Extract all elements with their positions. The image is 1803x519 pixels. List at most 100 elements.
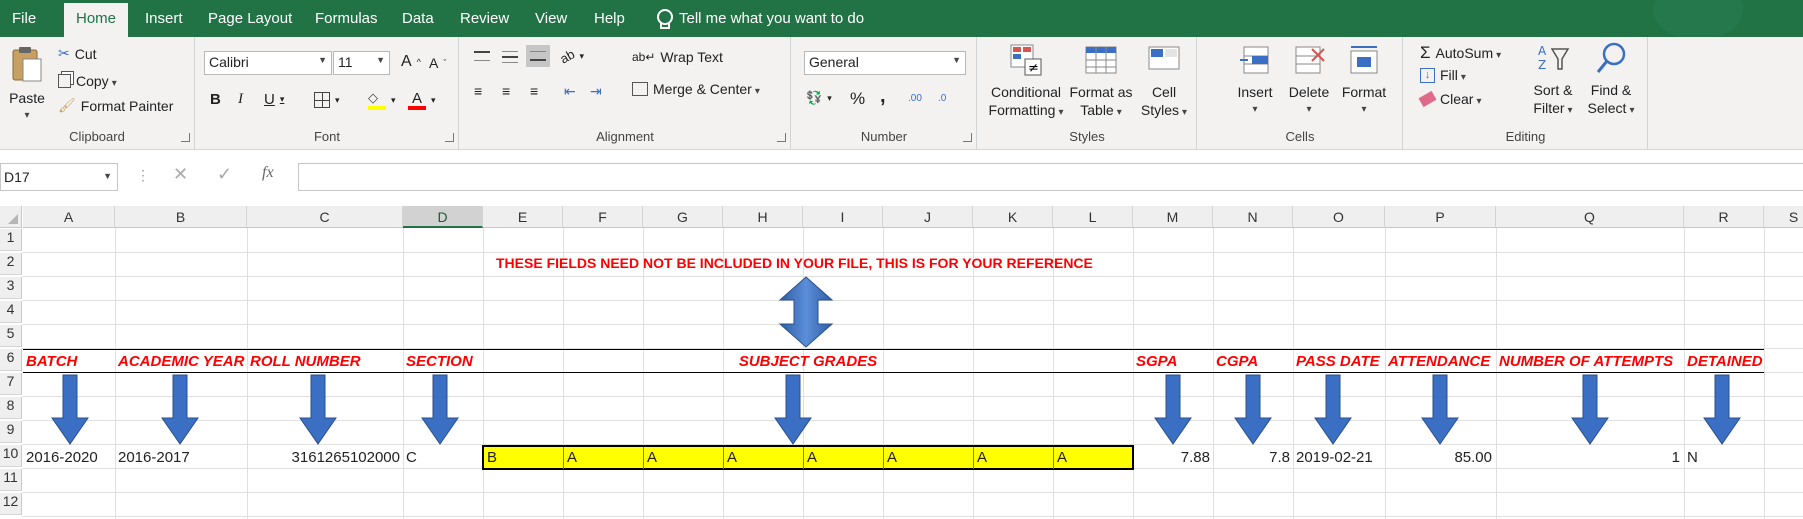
fill-button[interactable]: ↓ Fill bbox=[1420, 67, 1466, 83]
dialog-launcher-icon[interactable] bbox=[445, 133, 454, 142]
column-header-r[interactable]: R bbox=[1684, 206, 1764, 228]
font-size-select[interactable]: 11 ▼ bbox=[333, 51, 390, 75]
format-as-table-button[interactable]: Format as Table bbox=[1066, 43, 1136, 122]
grade-cell[interactable]: A bbox=[727, 447, 737, 468]
column-header-g[interactable]: G bbox=[643, 206, 723, 228]
worksheet-grid[interactable]: A B C D E F G H I J K L M N O P Q R S 1 … bbox=[0, 206, 1803, 519]
row-header-8[interactable]: 8 bbox=[0, 397, 22, 419]
conditional-formatting-button[interactable]: ≠ Conditional Formatting bbox=[986, 43, 1066, 122]
grade-cell[interactable]: B bbox=[487, 447, 497, 468]
grade-cell[interactable]: A bbox=[807, 447, 817, 468]
grade-cell[interactable]: A bbox=[647, 447, 657, 468]
column-header-l[interactable]: L bbox=[1053, 206, 1133, 228]
cut-button[interactable]: ✂ Cut bbox=[58, 45, 97, 62]
cell-styles-button[interactable]: Cell Styles bbox=[1136, 43, 1192, 122]
clear-button[interactable]: Clear bbox=[1418, 90, 1482, 108]
format-painter-button[interactable]: 🖌 Format Painter bbox=[58, 97, 173, 114]
align-middle-button[interactable] bbox=[502, 51, 518, 63]
column-header-q[interactable]: Q bbox=[1496, 206, 1684, 228]
cell-m10[interactable]: 7.88 bbox=[1133, 447, 1210, 468]
row-header-11[interactable]: 11 bbox=[0, 469, 22, 491]
cell-n10[interactable]: 7.8 bbox=[1213, 447, 1290, 468]
decrease-decimal-button[interactable]: .0 bbox=[938, 93, 946, 104]
grade-cell[interactable]: A bbox=[1057, 447, 1067, 468]
sort-filter-button[interactable]: AZ Sort & Filter bbox=[1524, 41, 1582, 120]
autosum-button[interactable]: Σ AutoSum bbox=[1420, 43, 1501, 63]
row-header-6[interactable]: 6 bbox=[0, 349, 22, 371]
align-right-button[interactable]: ≡ bbox=[530, 83, 538, 99]
increase-decimal-button[interactable]: .00 bbox=[908, 93, 922, 104]
column-header-e[interactable]: E bbox=[483, 206, 563, 228]
menu-data[interactable]: Data bbox=[402, 0, 434, 37]
underline-button[interactable]: U ▾ bbox=[264, 91, 284, 108]
delete-cells-button[interactable]: Delete ▾ bbox=[1282, 43, 1336, 119]
comma-button[interactable]: , bbox=[880, 85, 886, 108]
menu-view[interactable]: View bbox=[535, 0, 567, 37]
find-select-button[interactable]: Find & Select bbox=[1582, 41, 1640, 120]
borders-button[interactable]: ▾ bbox=[314, 92, 340, 108]
column-header-i[interactable]: I bbox=[803, 206, 883, 228]
align-center-button[interactable]: ≡ bbox=[502, 83, 510, 99]
cell-o10[interactable]: 2019-02-21 bbox=[1296, 447, 1373, 468]
bold-button[interactable]: B bbox=[210, 91, 221, 108]
italic-button[interactable]: I bbox=[238, 91, 243, 108]
align-bottom-button[interactable] bbox=[526, 45, 550, 67]
grade-cell[interactable]: A bbox=[887, 447, 897, 468]
cell-a10[interactable]: 2016-2020 bbox=[26, 447, 98, 468]
cell-q10[interactable]: 1 bbox=[1496, 447, 1680, 468]
row-header-10[interactable]: 10 bbox=[0, 445, 22, 467]
column-header-n[interactable]: N bbox=[1213, 206, 1293, 228]
grow-font-button[interactable]: A ^ bbox=[401, 53, 421, 71]
row-header-12[interactable]: 12 bbox=[0, 493, 22, 515]
menu-help[interactable]: Help bbox=[594, 0, 625, 37]
cell-r10[interactable]: N bbox=[1687, 447, 1698, 468]
merge-center-button[interactable]: Merge & Center bbox=[632, 81, 760, 97]
copy-button[interactable]: Copy bbox=[58, 73, 117, 89]
menu-insert[interactable]: Insert bbox=[145, 0, 183, 37]
column-header-f[interactable]: F bbox=[563, 206, 643, 228]
menu-home[interactable]: Home bbox=[64, 3, 129, 37]
column-header-k[interactable]: K bbox=[973, 206, 1053, 228]
row-header-3[interactable]: 3 bbox=[0, 277, 22, 299]
font-name-select[interactable]: Calibri ▼ bbox=[204, 51, 332, 75]
insert-function-icon[interactable]: fx bbox=[262, 164, 274, 182]
paste-button[interactable]: Paste ▾ bbox=[6, 45, 48, 125]
percent-button[interactable]: % bbox=[850, 89, 865, 109]
menu-page-layout[interactable]: Page Layout bbox=[208, 0, 292, 37]
cell-p10[interactable]: 85.00 bbox=[1385, 447, 1492, 468]
dialog-launcher-icon[interactable] bbox=[963, 133, 972, 142]
cancel-icon[interactable]: ✕ bbox=[173, 164, 188, 185]
column-header-a[interactable]: A bbox=[23, 206, 115, 228]
column-header-s[interactable]: S bbox=[1764, 206, 1803, 228]
menu-review[interactable]: Review bbox=[460, 0, 509, 37]
tell-me-box[interactable]: Tell me what you want to do bbox=[655, 0, 864, 37]
name-box[interactable]: D17 ▼ bbox=[0, 163, 118, 191]
grade-cell[interactable]: A bbox=[977, 447, 987, 468]
formula-input[interactable] bbox=[298, 163, 1803, 191]
accounting-format-button[interactable]: 💱 ▾ bbox=[806, 90, 832, 106]
dialog-launcher-icon[interactable] bbox=[777, 133, 786, 142]
column-header-c[interactable]: C bbox=[247, 206, 403, 228]
row-header-7[interactable]: 7 bbox=[0, 373, 22, 395]
column-header-m[interactable]: M bbox=[1133, 206, 1213, 228]
increase-indent-button[interactable]: ⇥ bbox=[590, 83, 602, 100]
wrap-text-button[interactable]: ab↵ Wrap Text bbox=[632, 49, 723, 65]
cell-c10[interactable]: 3161265102000 bbox=[247, 447, 400, 468]
menu-file[interactable]: File bbox=[12, 0, 36, 37]
menu-formulas[interactable]: Formulas bbox=[315, 0, 378, 37]
cell-b10[interactable]: 2016-2017 bbox=[118, 447, 190, 468]
row-header-1[interactable]: 1 bbox=[0, 229, 22, 251]
row-header-4[interactable]: 4 bbox=[0, 301, 22, 323]
align-left-button[interactable]: ≡ bbox=[474, 83, 482, 99]
align-top-button[interactable] bbox=[474, 51, 490, 61]
font-color-button[interactable]: A ▾ bbox=[408, 90, 436, 110]
format-cells-button[interactable]: Format ▾ bbox=[1336, 43, 1392, 119]
grade-cell[interactable]: A bbox=[567, 447, 577, 468]
cell-d10[interactable]: C bbox=[406, 447, 417, 468]
shrink-font-button[interactable]: Aˇ bbox=[429, 55, 446, 71]
column-header-b[interactable]: B bbox=[115, 206, 247, 228]
enter-icon[interactable]: ✓ bbox=[217, 164, 232, 185]
column-header-d[interactable]: D bbox=[403, 206, 483, 228]
row-header-9[interactable]: 9 bbox=[0, 421, 22, 443]
column-header-h[interactable]: H bbox=[723, 206, 803, 228]
